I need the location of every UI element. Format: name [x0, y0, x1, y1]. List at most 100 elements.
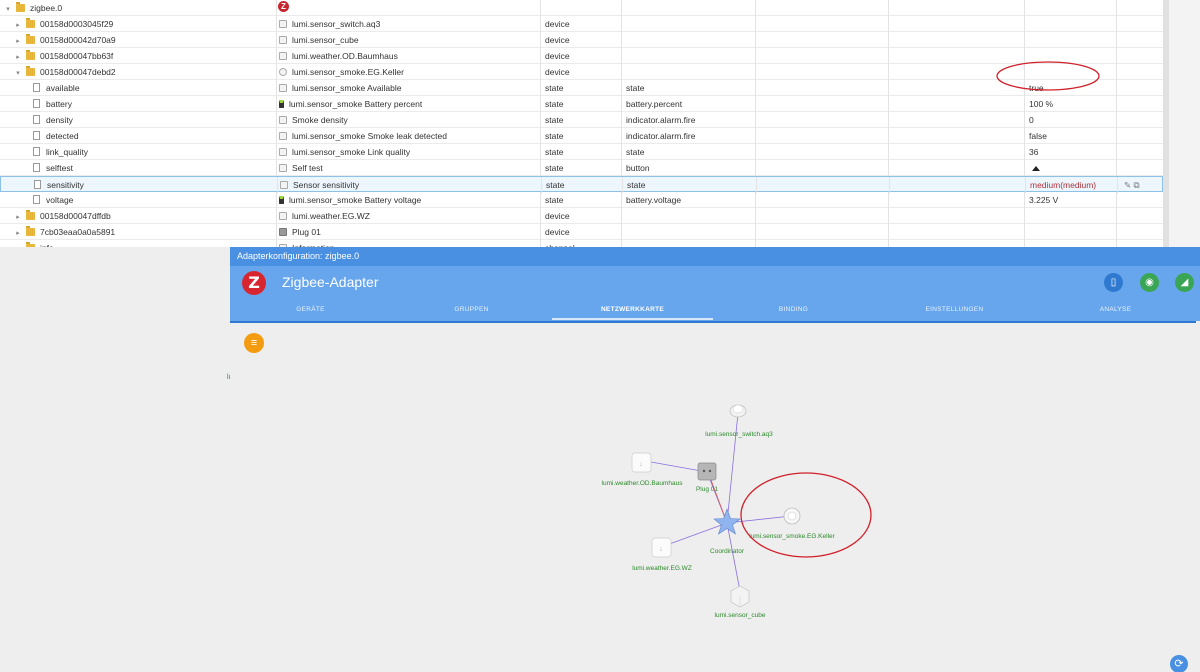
tree-name-cell: Sensor sensitivity: [277, 177, 541, 193]
expanded-toggle-icon[interactable]: ▾: [3, 2, 13, 16]
tree-id-label: battery: [46, 99, 72, 109]
tree-row-00158d00047bb63f[interactable]: ▸ 00158d00047bb63f lumi.weather.OD.Baumhau…: [0, 48, 1163, 64]
tree-func-cell: [888, 144, 1024, 160]
collapsed-toggle-icon[interactable]: ▸: [13, 242, 23, 247]
device-icon[interactable]: ▯: [1104, 273, 1123, 292]
device-icon: [279, 68, 287, 76]
tree-value-cell: [1024, 224, 1116, 240]
tab-4[interactable]: EINSTELLUNGEN: [874, 300, 1035, 320]
device-icon: [279, 132, 287, 140]
tree-row-detected[interactable]: detected lumi.sensor_smoke Smoke leak det…: [0, 128, 1163, 144]
tree-role-cell: [621, 0, 755, 16]
tree-row-00158d00047dffdb[interactable]: ▸ 00158d00047dffdb lumi.weather.EG.WZ devic…: [0, 208, 1163, 224]
tree-actions-cell: [1116, 64, 1163, 80]
tree-name-cell: lumi.sensor_smoke Smoke leak detected: [276, 128, 540, 144]
tree-name-cell: lumi.sensor_smoke Available: [276, 80, 540, 96]
tree-scrollbar[interactable]: [1163, 0, 1200, 247]
label-smoke: lumi.sensor_smoke.EG.Keller: [749, 533, 835, 540]
node-coordinator[interactable]: [713, 508, 741, 535]
tree-name-label: lumi.sensor_smoke Available: [292, 83, 402, 93]
node-baumhaus[interactable]: ↓: [631, 452, 652, 473]
tree-name-cell: lumi.sensor_smoke Link quality: [276, 144, 540, 160]
tree-row-00158d00042d70a9[interactable]: ▸ 00158d00042d70a9 lumi.sensor_cube device: [0, 32, 1163, 48]
tree-func-cell: [888, 32, 1024, 48]
label-switch: lumi.sensor_switch.aq3: [705, 431, 773, 438]
device-icon: [279, 228, 287, 236]
collapsed-toggle-icon[interactable]: ▸: [13, 226, 23, 240]
tree-func-cell: [888, 128, 1024, 144]
eject-icon[interactable]: [1032, 166, 1040, 171]
tab-1[interactable]: GRUPPEN: [391, 300, 552, 320]
tree-value-cell: medium(medium): [1025, 177, 1117, 193]
tree-row-available[interactable]: available lumi.sensor_smoke Available stat…: [0, 80, 1163, 96]
device-icon: [279, 84, 287, 92]
folder-icon: [26, 34, 35, 44]
node-wz[interactable]: ↓: [651, 537, 672, 558]
tree-row-00158d0003045f29[interactable]: ▸ 00158d0003045f29 lumi.sensor_switch.aq3 d…: [0, 16, 1163, 32]
tree-id-cell: ▾ zigbee.0: [0, 0, 272, 16]
file-icon: [33, 131, 40, 140]
tree-actions-cell: [1116, 160, 1163, 176]
wifi-icon[interactable]: ◉: [1140, 273, 1159, 292]
tree-value-cell: [1024, 0, 1116, 16]
tree-role-cell: [621, 16, 755, 32]
tree-row-density[interactable]: density Smoke density state indicator.alarm…: [0, 112, 1163, 128]
tree-name-label: lumi.sensor_smoke.EG.Keller: [292, 67, 404, 77]
tab-0[interactable]: GERÄTE: [230, 300, 391, 320]
tree-role-cell: button: [621, 160, 755, 176]
tree-value-cell[interactable]: [1024, 160, 1116, 176]
node-plug[interactable]: [697, 462, 717, 481]
tab-3[interactable]: BINDING: [713, 300, 874, 320]
tab-5[interactable]: ANALYSE: [1035, 300, 1196, 320]
collapsed-toggle-icon[interactable]: ▸: [13, 210, 23, 224]
tree-name-label: lumi.weather.OD.Baumhaus: [292, 51, 398, 61]
tree-id-label: 00158d00047dffdb: [40, 211, 111, 221]
tree-row-zigbee.0[interactable]: ▾ zigbee.0 Z: [0, 0, 1163, 16]
tree-id-cell: voltage: [0, 192, 272, 208]
tree-name-label: lumi.sensor_smoke Battery voltage: [289, 195, 422, 205]
refresh-icon[interactable]: ⟳: [1170, 655, 1188, 672]
tree-row-selftest[interactable]: selftest Self test state button: [0, 160, 1163, 176]
tree-value-cell: 0: [1024, 112, 1116, 128]
network-map: lumi.sensor_switch.aq3 ↓ lumi.weather.OD…: [602, 404, 872, 619]
tree-actions-cell: [1116, 96, 1163, 112]
tree-id-cell: selftest: [0, 160, 272, 176]
tree-id-label: info: [40, 243, 54, 247]
collapsed-toggle-icon[interactable]: ▸: [13, 18, 23, 32]
tree-id-label: 00158d00047debd2: [40, 67, 116, 77]
tree-row-info[interactable]: ▸ info Informationchannel: [0, 240, 1163, 247]
tree-room-cell: [755, 16, 888, 32]
tree-name-cell: Plug 01: [276, 224, 540, 240]
tab-2[interactable]: NETZWERKKARTE: [552, 300, 713, 320]
file-icon: [33, 195, 40, 204]
tree-id-cell: ▸ 00158d00047bb63f: [0, 48, 272, 64]
node-cube[interactable]: [730, 585, 750, 608]
adapter-config-window: Adapterkonfiguration: zigbee.0 Z Zigbee-…: [227, 247, 1200, 672]
window-title: Adapterkonfiguration: zigbee.0: [230, 247, 1200, 266]
tree-row-7cb03eaa0a0a5891[interactable]: ▸ 7cb03eaa0a0a5891 Plug 01 device: [0, 224, 1163, 240]
collapsed-toggle-icon[interactable]: ▸: [13, 50, 23, 64]
tree-row-link_quality[interactable]: link_quality lumi.sensor_smoke Link quali…: [0, 144, 1163, 160]
tree-id-cell: ▸ 00158d00047dffdb: [0, 208, 272, 224]
tree-type-cell: device: [540, 208, 621, 224]
tree-type-cell: device: [540, 32, 621, 48]
folder-icon: [16, 2, 25, 12]
folder-icon: [26, 18, 35, 28]
tree-room-cell: [755, 192, 888, 208]
expanded-toggle-icon[interactable]: ▾: [13, 66, 23, 80]
tree-func-cell: [888, 224, 1024, 240]
tree-type-cell: state: [540, 160, 621, 176]
node-switch[interactable]: [729, 404, 747, 418]
tree-id-label: zigbee.0: [30, 3, 63, 13]
tree-value-cell: [1024, 240, 1116, 247]
tree-row-sensitivity[interactable]: sensitivity Sensor sensitivity state state m…: [0, 176, 1163, 193]
collapsed-toggle-icon[interactable]: ▸: [13, 34, 23, 48]
tree-row-00158d00047debd2[interactable]: ▾ 00158d00047debd2 lumi.sensor_smoke.EG.Ke…: [0, 64, 1163, 80]
signal-icon[interactable]: ◢: [1175, 273, 1194, 292]
tree-row-battery[interactable]: battery lumi.sensor_smoke Battery percent…: [0, 96, 1163, 112]
copy-icon[interactable]: ⧉: [1131, 180, 1139, 190]
tree-type-cell: state: [540, 112, 621, 128]
tree-actions-cell: [1116, 144, 1163, 160]
node-smoke[interactable]: [783, 507, 801, 525]
tree-row-voltage[interactable]: voltage lumi.sensor_smoke Battery voltage…: [0, 192, 1163, 208]
